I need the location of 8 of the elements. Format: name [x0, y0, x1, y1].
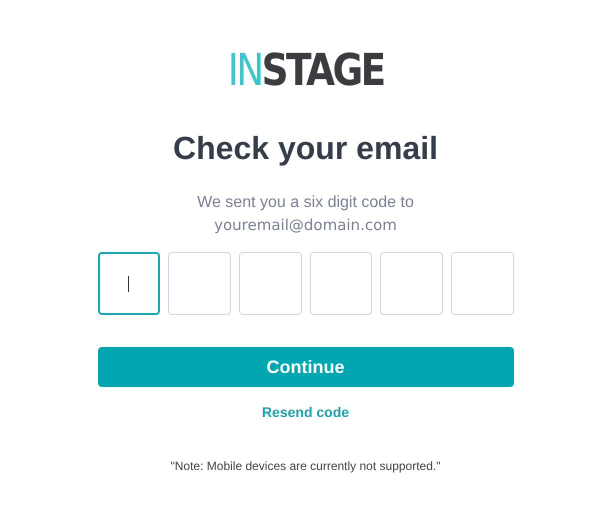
message-text: We sent you a six digit code to [197, 193, 414, 213]
resend-code-link[interactable]: Resend code [262, 403, 350, 421]
continue-button[interactable]: Continue [98, 347, 514, 387]
page-title: Check your email [173, 129, 438, 168]
note-text: "Note: Mobile devices are currently not supported." [170, 459, 440, 473]
code-input-field[interactable] [98, 252, 160, 315]
logo: INSTAGE [228, 47, 384, 95]
email-text: youremail@domain.com [214, 215, 397, 236]
